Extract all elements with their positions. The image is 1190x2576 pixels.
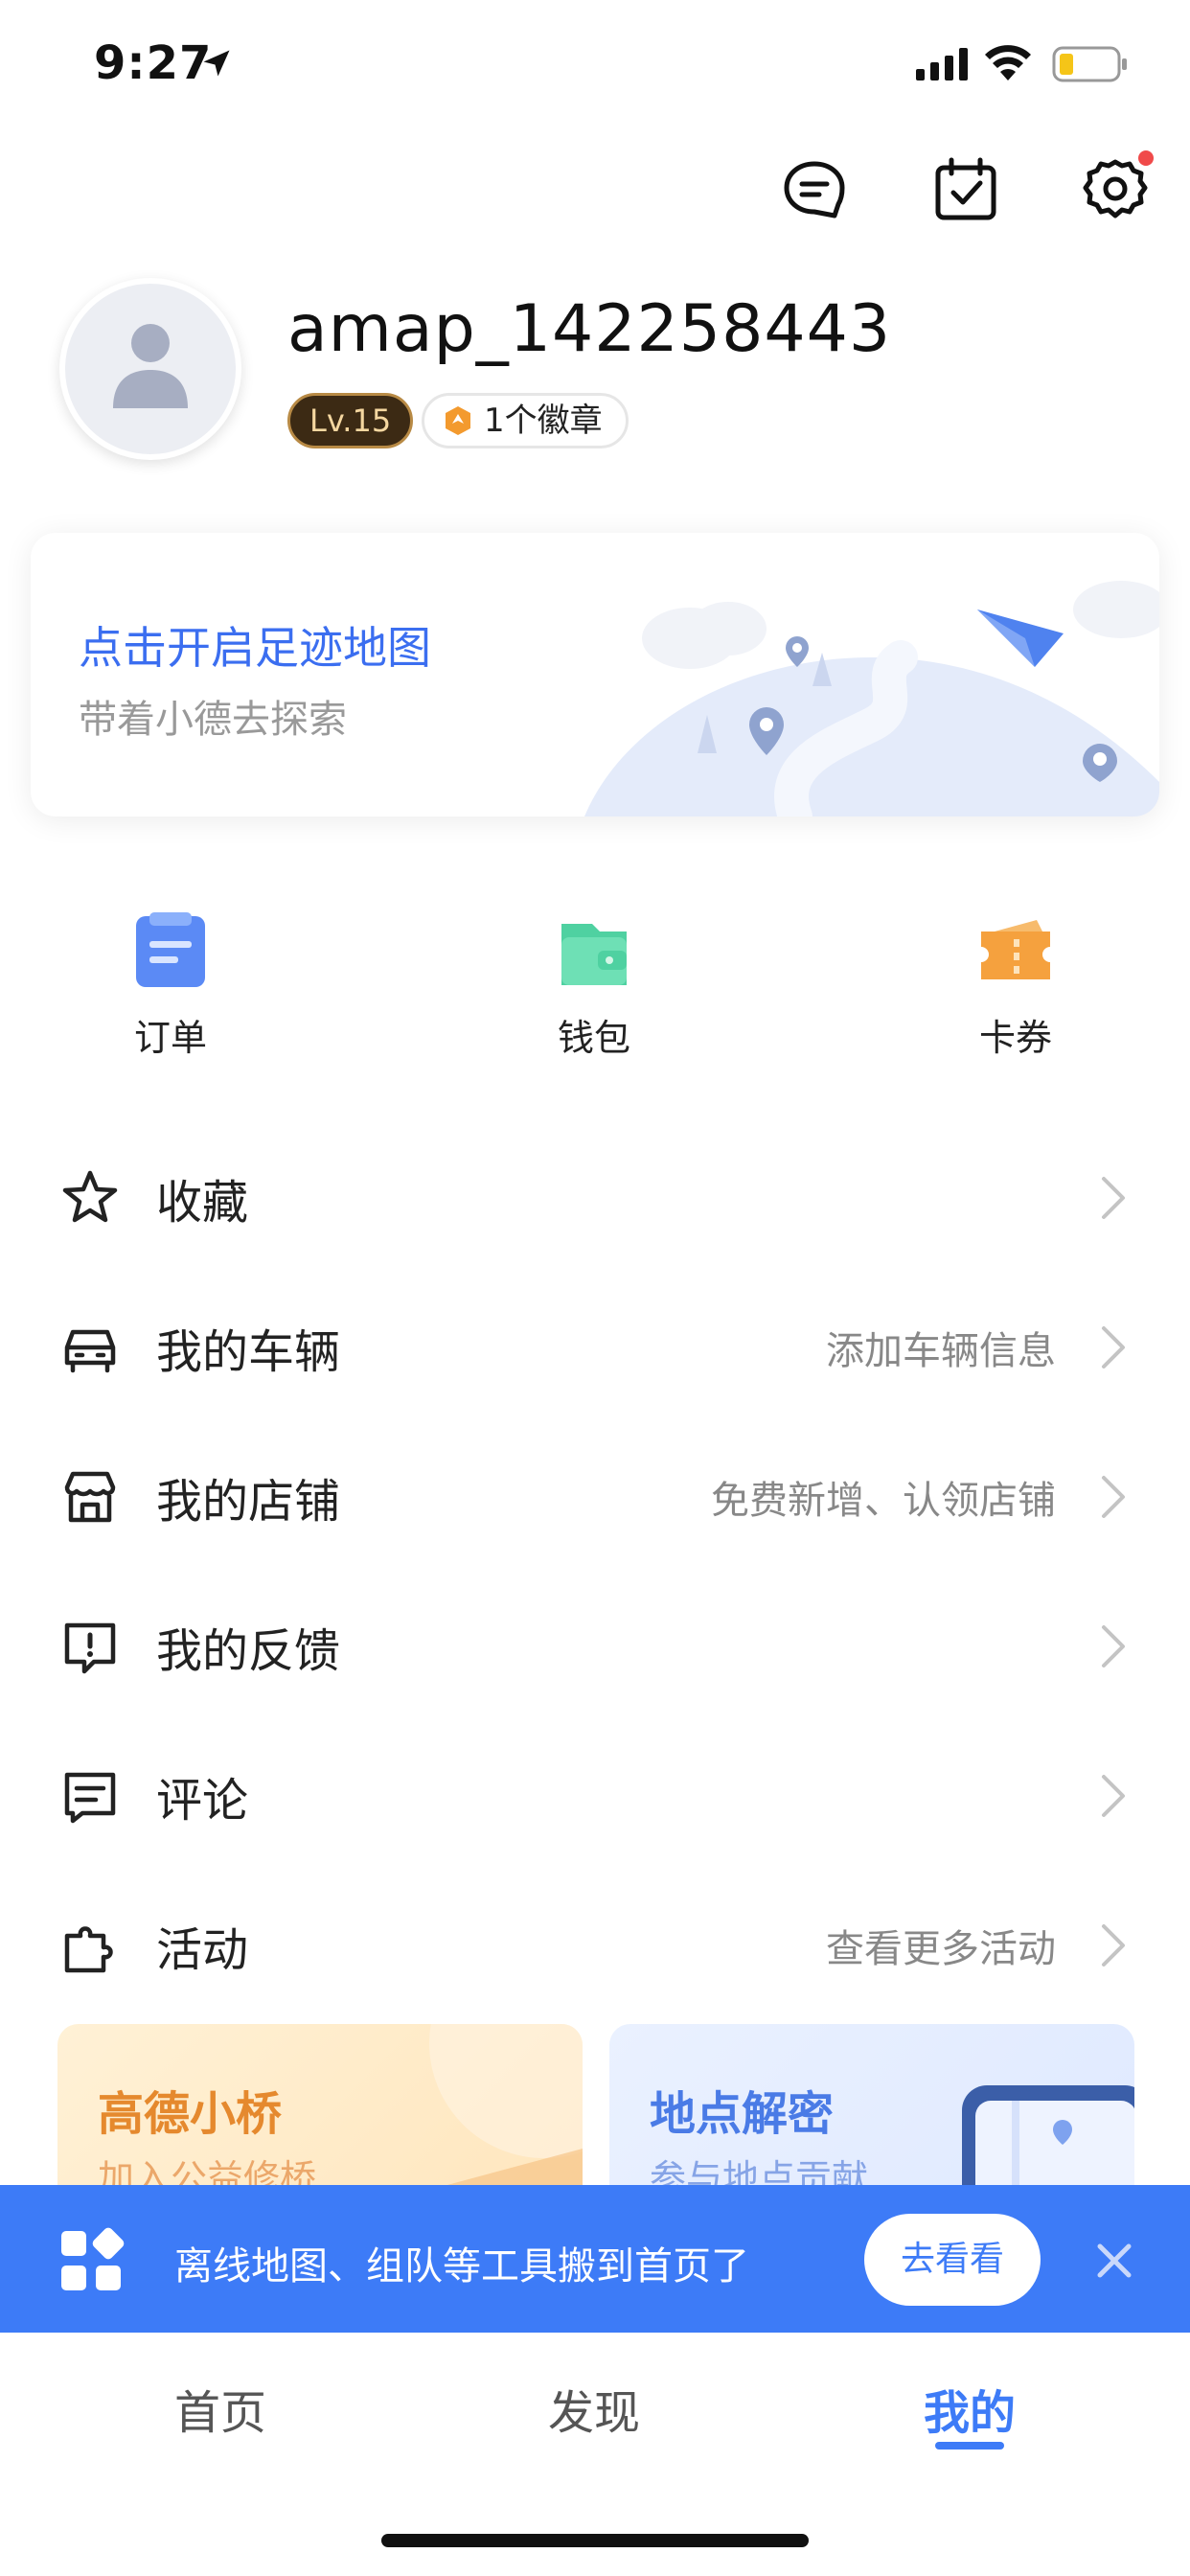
tab-discover[interactable]: 发现 bbox=[548, 2375, 640, 2442]
menu-item-hint: 免费新增、认领店铺 bbox=[711, 1479, 1056, 1523]
home-indicator[interactable] bbox=[381, 2534, 809, 2547]
comment-icon bbox=[64, 1772, 116, 1824]
battery-icon bbox=[1052, 46, 1127, 82]
messages-button[interactable] bbox=[776, 151, 853, 228]
menu-item-label: 我的店铺 bbox=[156, 1475, 341, 1529]
chevron-right-icon bbox=[1102, 1775, 1125, 1817]
active-tab-indicator bbox=[935, 2442, 1004, 2450]
menu-item-label: 收藏 bbox=[156, 1176, 249, 1230]
menu-item-label: 评论 bbox=[156, 1774, 249, 1828]
checkin-calendar-button[interactable] bbox=[927, 151, 1004, 228]
promo-title: 地点解密 bbox=[650, 2087, 835, 2141]
menu-item-my-feedback[interactable]: 我的反馈 bbox=[0, 1572, 1190, 1721]
feedback-icon bbox=[64, 1622, 116, 1674]
chevron-right-icon bbox=[1102, 1326, 1125, 1368]
avatar[interactable] bbox=[59, 278, 241, 460]
footprint-illustration bbox=[584, 581, 1159, 816]
message-bubble-icon bbox=[784, 161, 845, 218]
medal-icon bbox=[446, 406, 470, 435]
tab-mine[interactable]: 我的 bbox=[924, 2375, 1016, 2442]
calendar-check-icon bbox=[935, 157, 996, 220]
close-icon[interactable] bbox=[1090, 2237, 1138, 2285]
wallet-icon bbox=[561, 924, 627, 985]
username: amap_142258443 bbox=[287, 291, 892, 367]
medal-badge[interactable]: 1个徽章 bbox=[422, 393, 629, 448]
menu-item-favorites[interactable]: 收藏 bbox=[0, 1123, 1190, 1273]
default-avatar-icon bbox=[113, 324, 188, 408]
chevron-right-icon bbox=[1102, 1924, 1125, 1966]
gear-icon bbox=[1083, 159, 1148, 218]
apps-grid-icon bbox=[61, 2227, 125, 2290]
menu-item-label: 活动 bbox=[156, 1923, 249, 1977]
tab-home[interactable]: 首页 bbox=[174, 2375, 266, 2442]
chevron-right-icon bbox=[1102, 1476, 1125, 1518]
tools-moved-notice: 离线地图、组队等工具搬到首页了 去看看 bbox=[0, 2185, 1190, 2333]
notice-text: 离线地图、组队等工具搬到首页了 bbox=[174, 2244, 749, 2288]
menu-item-hint: 添加车辆信息 bbox=[826, 1329, 1056, 1373]
medal-count-label: 1个徽章 bbox=[484, 402, 603, 440]
banner-subtitle: 带着小德去探索 bbox=[79, 698, 347, 742]
settings-notification-dot bbox=[1138, 150, 1154, 166]
quick-entry-label: 钱包 bbox=[557, 1017, 630, 1059]
quick-entry-order[interactable]: 订单 bbox=[75, 910, 266, 1064]
menu-item-comments[interactable]: 评论 bbox=[0, 1721, 1190, 1871]
go-see-button[interactable]: 去看看 bbox=[864, 2214, 1041, 2306]
location-arrow-icon bbox=[203, 50, 230, 77]
footprint-map-banner[interactable]: 点击开启足迹地图 带着小德去探索 bbox=[31, 533, 1159, 816]
chevron-right-icon bbox=[1102, 1177, 1125, 1219]
menu-item-label: 我的反馈 bbox=[156, 1624, 341, 1678]
menu-item-hint: 查看更多活动 bbox=[826, 1927, 1056, 1971]
quick-entry-label: 卡券 bbox=[978, 1017, 1052, 1059]
quick-entry-label: 订单 bbox=[133, 1017, 207, 1059]
car-icon bbox=[64, 1329, 116, 1373]
level-badge[interactable]: Lv.15 bbox=[287, 393, 414, 448]
order-icon bbox=[136, 912, 205, 987]
menu-item-my-store[interactable]: 我的店铺 免费新增、认领店铺 bbox=[0, 1422, 1190, 1572]
coupon-icon bbox=[981, 920, 1050, 979]
puzzle-icon bbox=[64, 1926, 113, 1973]
menu-item-activities[interactable]: 活动 查看更多活动 bbox=[0, 1871, 1190, 2020]
chevron-right-icon bbox=[1102, 1625, 1125, 1668]
banner-title: 点击开启足迹地图 bbox=[79, 622, 431, 674]
quick-entry-coupon[interactable]: 卡券 bbox=[920, 910, 1111, 1064]
store-icon bbox=[64, 1471, 116, 1523]
wifi-icon bbox=[985, 45, 1031, 80]
cellular-signal-icon bbox=[916, 48, 968, 80]
promo-title: 高德小桥 bbox=[98, 2087, 283, 2141]
menu-item-my-vehicles[interactable]: 我的车辆 添加车辆信息 bbox=[0, 1273, 1190, 1422]
quick-entry-wallet[interactable]: 钱包 bbox=[498, 910, 690, 1064]
star-icon bbox=[62, 1170, 118, 1223]
status-time: 9:27 bbox=[94, 36, 213, 90]
status-bar: 9:27 bbox=[0, 0, 1190, 125]
menu-item-label: 我的车辆 bbox=[156, 1325, 341, 1379]
